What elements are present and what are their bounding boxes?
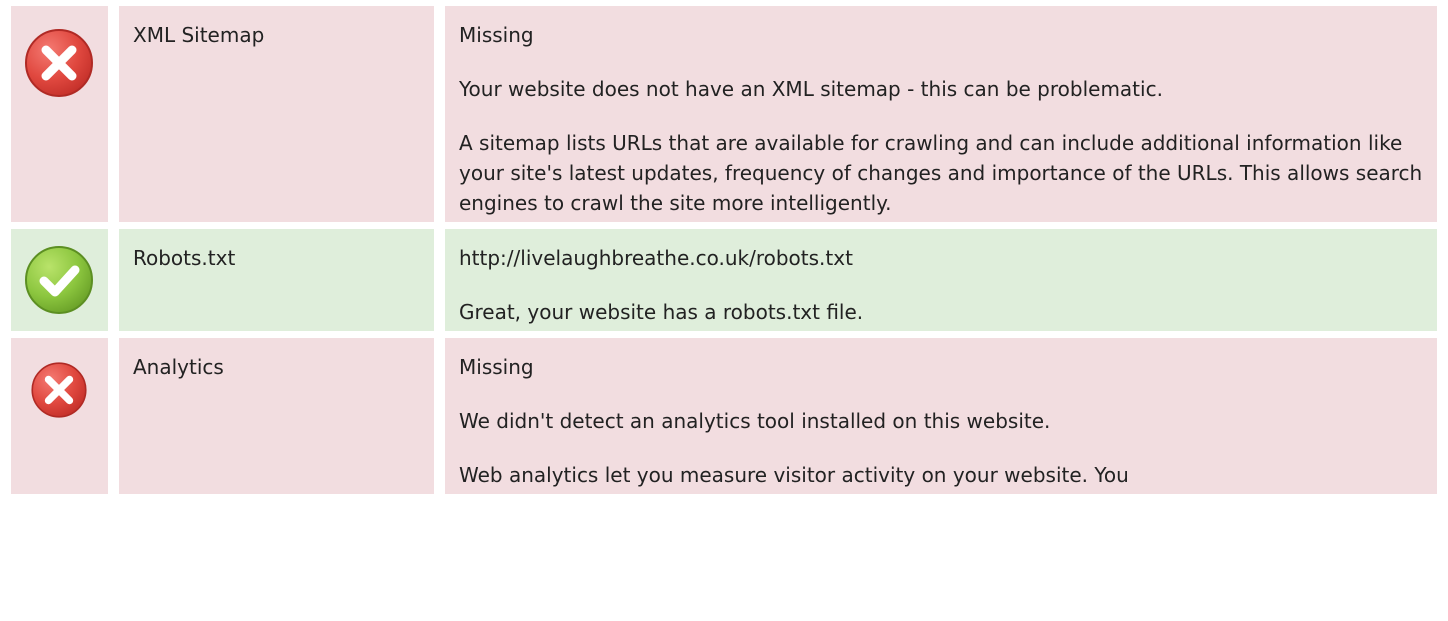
status-cell: [11, 6, 108, 222]
status-cell: [11, 229, 108, 331]
status-cell: [11, 338, 108, 494]
seo-report-table: XML Sitemap Missing Your website does no…: [0, 0, 1448, 501]
check-explanation: Web analytics let you measure visitor ac…: [459, 463, 1129, 487]
error-x-icon: [22, 26, 96, 100]
check-summary: Your website does not have an XML sitema…: [459, 77, 1163, 101]
check-row-xml-sitemap: XML Sitemap Missing Your website does no…: [11, 6, 1437, 222]
check-details: Missing Your website does not have an XM…: [445, 6, 1437, 222]
check-row-analytics: Analytics Missing We didn't detect an an…: [11, 338, 1437, 494]
check-name: XML Sitemap: [119, 6, 434, 222]
check-result: Missing: [459, 23, 534, 47]
success-check-icon: [22, 243, 96, 317]
check-result: Missing: [459, 355, 534, 379]
check-details: http://livelaughbreathe.co.uk/robots.txt…: [445, 229, 1437, 331]
check-details: Missing We didn't detect an analytics to…: [445, 338, 1437, 494]
check-summary: Great, your website has a robots.txt fil…: [459, 300, 864, 324]
error-x-icon: [29, 360, 89, 420]
check-row-robots-txt: Robots.txt http://livelaughbreathe.co.uk…: [11, 229, 1437, 331]
check-summary: We didn't detect an analytics tool insta…: [459, 409, 1051, 433]
check-explanation: A sitemap lists URLs that are available …: [459, 131, 1423, 215]
check-url-link[interactable]: http://livelaughbreathe.co.uk/robots.txt: [459, 243, 1423, 273]
check-name: Robots.txt: [119, 229, 434, 331]
check-name: Analytics: [119, 338, 434, 494]
